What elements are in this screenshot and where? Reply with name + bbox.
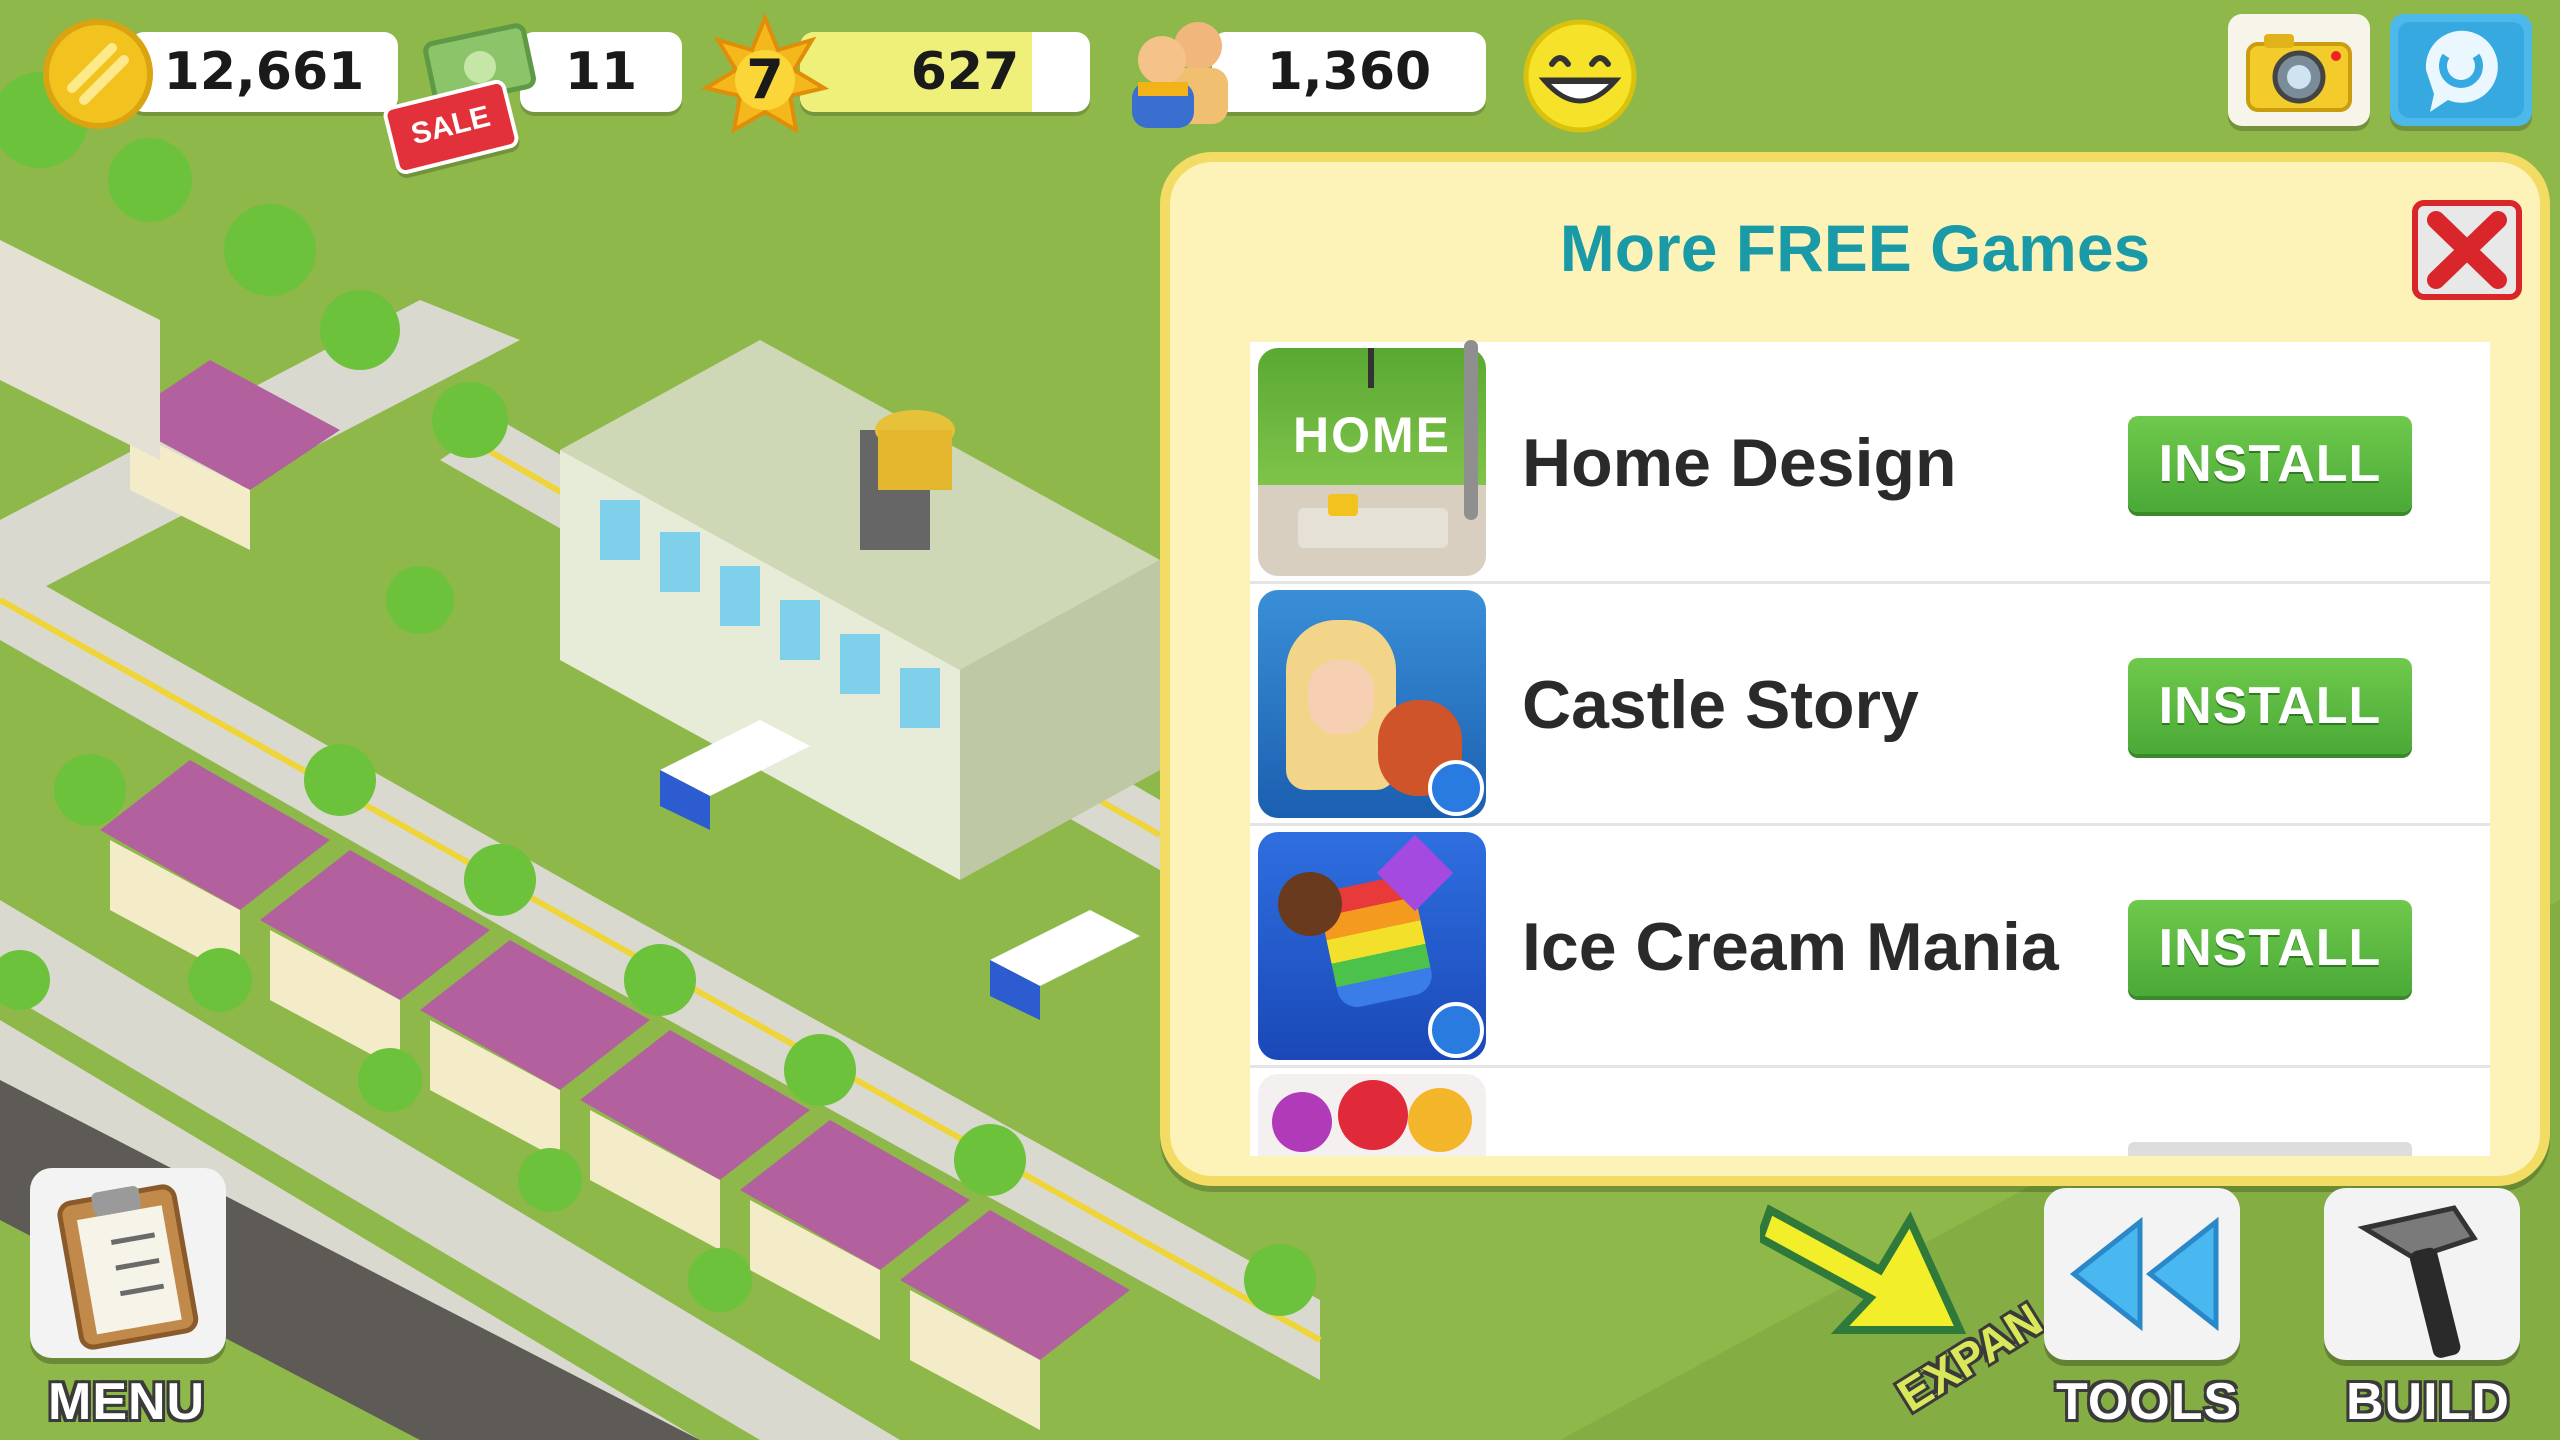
coins-counter[interactable]: 12,661 [130, 32, 398, 112]
happiness-smiley-icon[interactable] [1522, 18, 1638, 134]
install-button[interactable]: INSTALL [2128, 900, 2412, 996]
build-button[interactable] [2324, 1188, 2520, 1360]
cash-counter[interactable]: 11 [520, 32, 682, 112]
population-icon [1132, 22, 1228, 128]
game-name: Home Design [1522, 425, 1957, 501]
list-item[interactable]: Castle Story INSTALL [1250, 584, 2490, 826]
castle-story-app-icon[interactable] [1258, 590, 1486, 818]
install-button[interactable]: INSTALL [2128, 658, 2412, 754]
game-name: Ice Cream Mania [1522, 909, 2059, 985]
home-design-icon-label: HOME [1293, 407, 1451, 463]
population-value: 1,360 [1266, 42, 1432, 102]
list-item[interactable]: Ice Cream Mania INSTALL [1250, 826, 2490, 1068]
fruit-game-app-icon[interactable] [1258, 1074, 1486, 1156]
close-icon [2427, 211, 2507, 289]
game-name: Castle Story [1522, 667, 1919, 743]
hammer-icon [2357, 1205, 2478, 1358]
list-item[interactable] [1250, 1068, 2490, 1156]
menu-button[interactable] [30, 1168, 226, 1358]
speech-bubble-icon [2398, 22, 2524, 118]
list-item[interactable]: HOME Home Design INSTALL [1250, 342, 2490, 584]
dialog-title: More FREE Games [1559, 211, 2151, 285]
xp-bar[interactable]: 627 [800, 32, 1090, 112]
install-button[interactable]: INSTALL [2128, 416, 2412, 512]
gold-coin-icon [43, 19, 153, 129]
cash-value: 11 [564, 42, 638, 102]
level-value: 7 [746, 48, 784, 111]
rewind-icon [2069, 1216, 2219, 1332]
menu-label: MENU [48, 1373, 206, 1431]
level-star-icon: 7 [700, 14, 830, 144]
xp-value: 627 [910, 42, 1020, 102]
list-scrollbar[interactable] [1464, 340, 1478, 520]
tools-label: TOOLS [2056, 1373, 2240, 1431]
ice-cream-mania-app-icon[interactable] [1258, 832, 1486, 1060]
coins-value: 12,661 [163, 42, 365, 102]
camera-icon [2246, 34, 2352, 112]
close-button[interactable] [2412, 200, 2522, 300]
more-free-games-dialog: More FREE Games HOME Home Design INSTALL [1160, 152, 2550, 1186]
home-design-app-icon[interactable]: HOME [1258, 348, 1486, 576]
tools-button[interactable] [2044, 1188, 2240, 1360]
build-label: BUILD [2346, 1373, 2510, 1431]
sale-badge-label: SALE [407, 99, 494, 152]
clipboard-icon [57, 1184, 199, 1350]
social-feed-button[interactable] [2390, 14, 2532, 126]
population-counter[interactable]: 1,360 [1212, 32, 1486, 112]
camera-button[interactable] [2228, 14, 2370, 126]
games-list[interactable]: HOME Home Design INSTALL Castle Story IN… [1250, 342, 2490, 1156]
